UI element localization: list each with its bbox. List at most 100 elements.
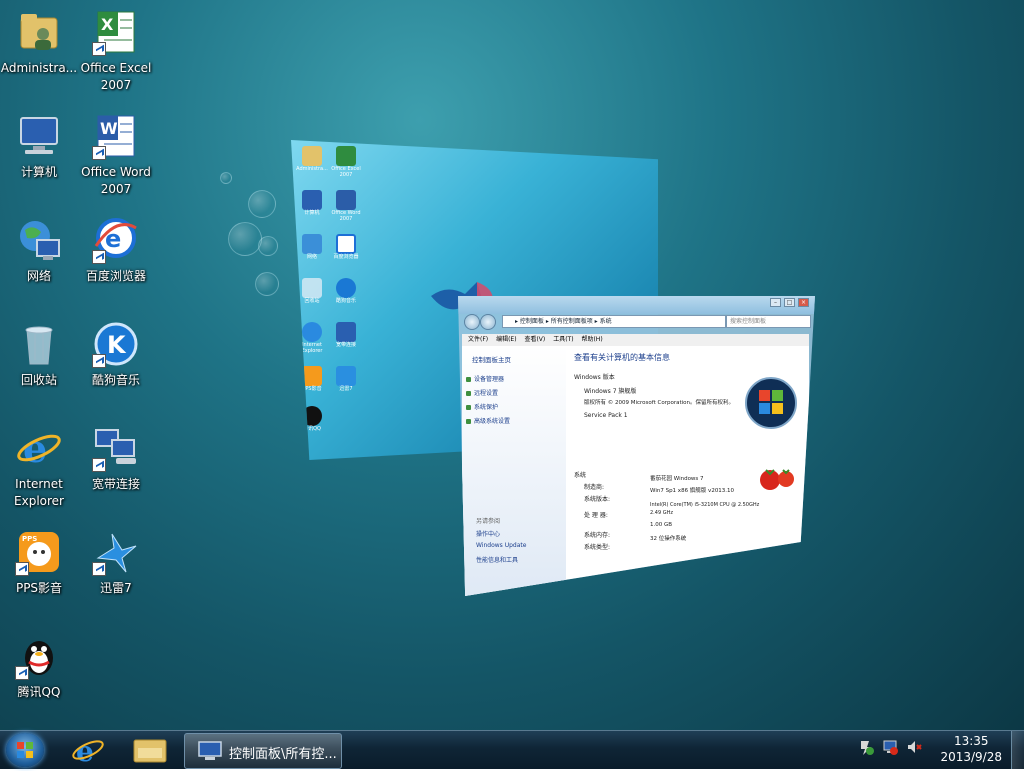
taskbar-ie-button[interactable]: e	[66, 734, 112, 768]
preview-icon: 计算机	[295, 190, 329, 216]
preview-icon: 百度浏览器	[329, 234, 363, 260]
menu-view[interactable]: 查看(V)	[524, 336, 545, 343]
svg-text:e: e	[76, 735, 94, 766]
excel-icon: X	[92, 8, 140, 56]
shield-icon	[466, 391, 471, 396]
preview-icon: Internet Explorer	[295, 322, 329, 354]
preview-icon: 网络	[295, 234, 329, 260]
see-also-heading: 另请参阅	[476, 518, 501, 525]
control-panel-home-link[interactable]: 控制面板主页	[472, 354, 511, 364]
menu-file[interactable]: 文件(F)	[468, 336, 488, 343]
clock[interactable]: 13:35 2013/9/28	[940, 733, 1002, 765]
shortcut-arrow-icon	[15, 666, 29, 680]
system-control-panel-window[interactable]: – □ × ▸ 控制面板 ▸ 所有控制面板项 ▸ 系统 搜索控制面板 文件(F)…	[458, 296, 815, 596]
address-bar[interactable]: ▸ 控制面板 ▸ 所有控制面板项 ▸ 系统	[502, 315, 726, 328]
desktop-icon-qq[interactable]: 腾讯QQ	[0, 632, 78, 701]
desktop-icon-kugou[interactable]: K 酷狗音乐	[77, 320, 155, 389]
ie-icon: e	[15, 424, 63, 472]
svg-text:PPS: PPS	[22, 535, 37, 543]
shield-icon	[466, 377, 471, 382]
desktop-icon-xunlei[interactable]: 迅雷7	[77, 528, 155, 597]
system-type-label: 系统类型:	[584, 544, 611, 551]
page-heading: 查看有关计算机的基本信息	[574, 353, 670, 362]
shortcut-arrow-icon	[92, 458, 106, 472]
action-center-link[interactable]: 操作中心	[476, 529, 500, 538]
remote-settings-link[interactable]: 远程设置	[466, 388, 498, 397]
desktop-icon-label: Office Word 2007	[81, 165, 151, 196]
desktop-icon-label: 酷狗音乐	[91, 373, 140, 387]
preview-icon: 酷狗音乐	[329, 278, 363, 304]
menu-help[interactable]: 帮助(H)	[581, 336, 602, 343]
menu-tools[interactable]: 工具(T)	[553, 336, 573, 343]
maximize-button[interactable]: □	[784, 298, 795, 307]
desktop-icon-label: Administra...	[0, 61, 78, 75]
shortcut-arrow-icon	[92, 146, 106, 160]
device-manager-link[interactable]: 设备管理器	[466, 374, 504, 383]
menu-bar: 文件(F) 编辑(E) 查看(V) 工具(T) 帮助(H)	[462, 334, 809, 346]
shortcut-arrow-icon	[92, 42, 106, 56]
start-button[interactable]	[6, 733, 44, 767]
taskbar: e 控制面板\所有控... 13:35 2013/9/28	[0, 730, 1024, 769]
taskbar-explorer-button[interactable]	[128, 734, 174, 766]
bubble-decoration	[258, 236, 278, 256]
shortcut-arrow-icon	[92, 250, 106, 264]
tomato-logo-icon	[760, 469, 794, 490]
desktop-icon-label: 腾讯QQ	[17, 685, 61, 699]
preview-icon: 腾讯QQ	[295, 406, 329, 432]
desktop-icon-label: 回收站	[20, 373, 57, 387]
desktop-icon-broadband[interactable]: 宽带连接	[77, 424, 155, 493]
show-desktop-button[interactable]	[1011, 731, 1024, 769]
network-status-icon[interactable]	[882, 739, 898, 755]
baidu-browser-icon: e	[92, 216, 140, 264]
preview-icon: PPS影音	[295, 366, 329, 392]
ie-icon: e	[72, 735, 104, 768]
system-tray	[858, 739, 922, 755]
performance-tools-link[interactable]: 性能信息和工具	[476, 555, 518, 564]
desktop-icon-computer[interactable]: 计算机	[0, 112, 78, 181]
desktop-icon-label: 百度浏览器	[85, 269, 146, 283]
ram-value: 1.00 GB	[650, 522, 673, 528]
desktop-icon-baidu-browser[interactable]: e 百度浏览器	[77, 216, 155, 285]
desktop-icon-pps[interactable]: PPS PPS影音	[0, 528, 78, 597]
volume-muted-icon[interactable]	[906, 739, 922, 755]
search-input[interactable]: 搜索控制面板	[726, 315, 811, 328]
system-type-value: 32 位操作系统	[650, 536, 687, 542]
system-protection-link[interactable]: 系统保护	[466, 402, 498, 411]
windows-update-link[interactable]: Windows Update	[476, 542, 526, 549]
computer-icon	[15, 112, 63, 160]
ram-label: 系统内存:	[584, 532, 611, 539]
preview-icon: Administra...	[295, 146, 329, 172]
action-center-icon[interactable]	[858, 739, 874, 755]
model-value: Win7 Sp1 x86 旗舰版 v2013.10	[650, 488, 735, 494]
desktop-icon-label: 迅雷7	[100, 581, 132, 595]
menu-edit[interactable]: 编辑(E)	[496, 336, 516, 343]
advanced-system-settings-link[interactable]: 高级系统设置	[466, 416, 510, 425]
desktop-icon-label: PPS影音	[15, 581, 63, 595]
minimize-button[interactable]: –	[770, 298, 781, 307]
window-titlebar[interactable]: – □ ×	[458, 296, 815, 314]
main-pane: 查看有关计算机的基本信息 Windows 版本 Windows 7 旗舰版 版权…	[572, 346, 809, 596]
processor-value: Intel(R) Core(TM) i5-3210M CPU @ 2.50GHz	[650, 502, 760, 508]
desktop-icon-word[interactable]: W Office Word 2007	[77, 112, 155, 198]
clock-date: 2013/9/28	[940, 750, 1002, 764]
word-icon: W	[92, 112, 140, 160]
desktop-icon-label: 网络	[26, 269, 51, 283]
edition-section-title: Windows 版本	[574, 374, 615, 381]
manufacturer-value: 番茄花园 Windows 7	[650, 476, 704, 482]
desktop-icon-network[interactable]: 网络	[0, 216, 78, 285]
close-button[interactable]: ×	[798, 298, 809, 307]
copyright-text: 版权所有 © 2009 Microsoft Corporation。保留所有权利…	[584, 400, 735, 406]
task-label: 控制面板\所有控...	[229, 747, 337, 762]
address-bar-row: ▸ 控制面板 ▸ 所有控制面板项 ▸ 系统 搜索控制面板	[464, 314, 811, 330]
windows-logo-icon	[745, 377, 797, 429]
back-arrow-icon[interactable]	[464, 314, 480, 330]
taskbar-control-panel-task[interactable]: 控制面板\所有控...	[184, 733, 342, 769]
forward-arrow-icon[interactable]	[480, 314, 496, 330]
desktop-icon-administrator[interactable]: Administra...	[0, 8, 78, 77]
desktop-icon-recycle-bin[interactable]: 回收站	[0, 320, 78, 389]
desktop-icon-ie[interactable]: e Internet Explorer	[0, 424, 78, 510]
network-icon	[15, 216, 63, 264]
processor-speed-value: 2.49 GHz	[650, 510, 673, 516]
system-section-title: 系统	[574, 472, 587, 479]
desktop-icon-excel[interactable]: X Office Excel 2007	[77, 8, 155, 94]
